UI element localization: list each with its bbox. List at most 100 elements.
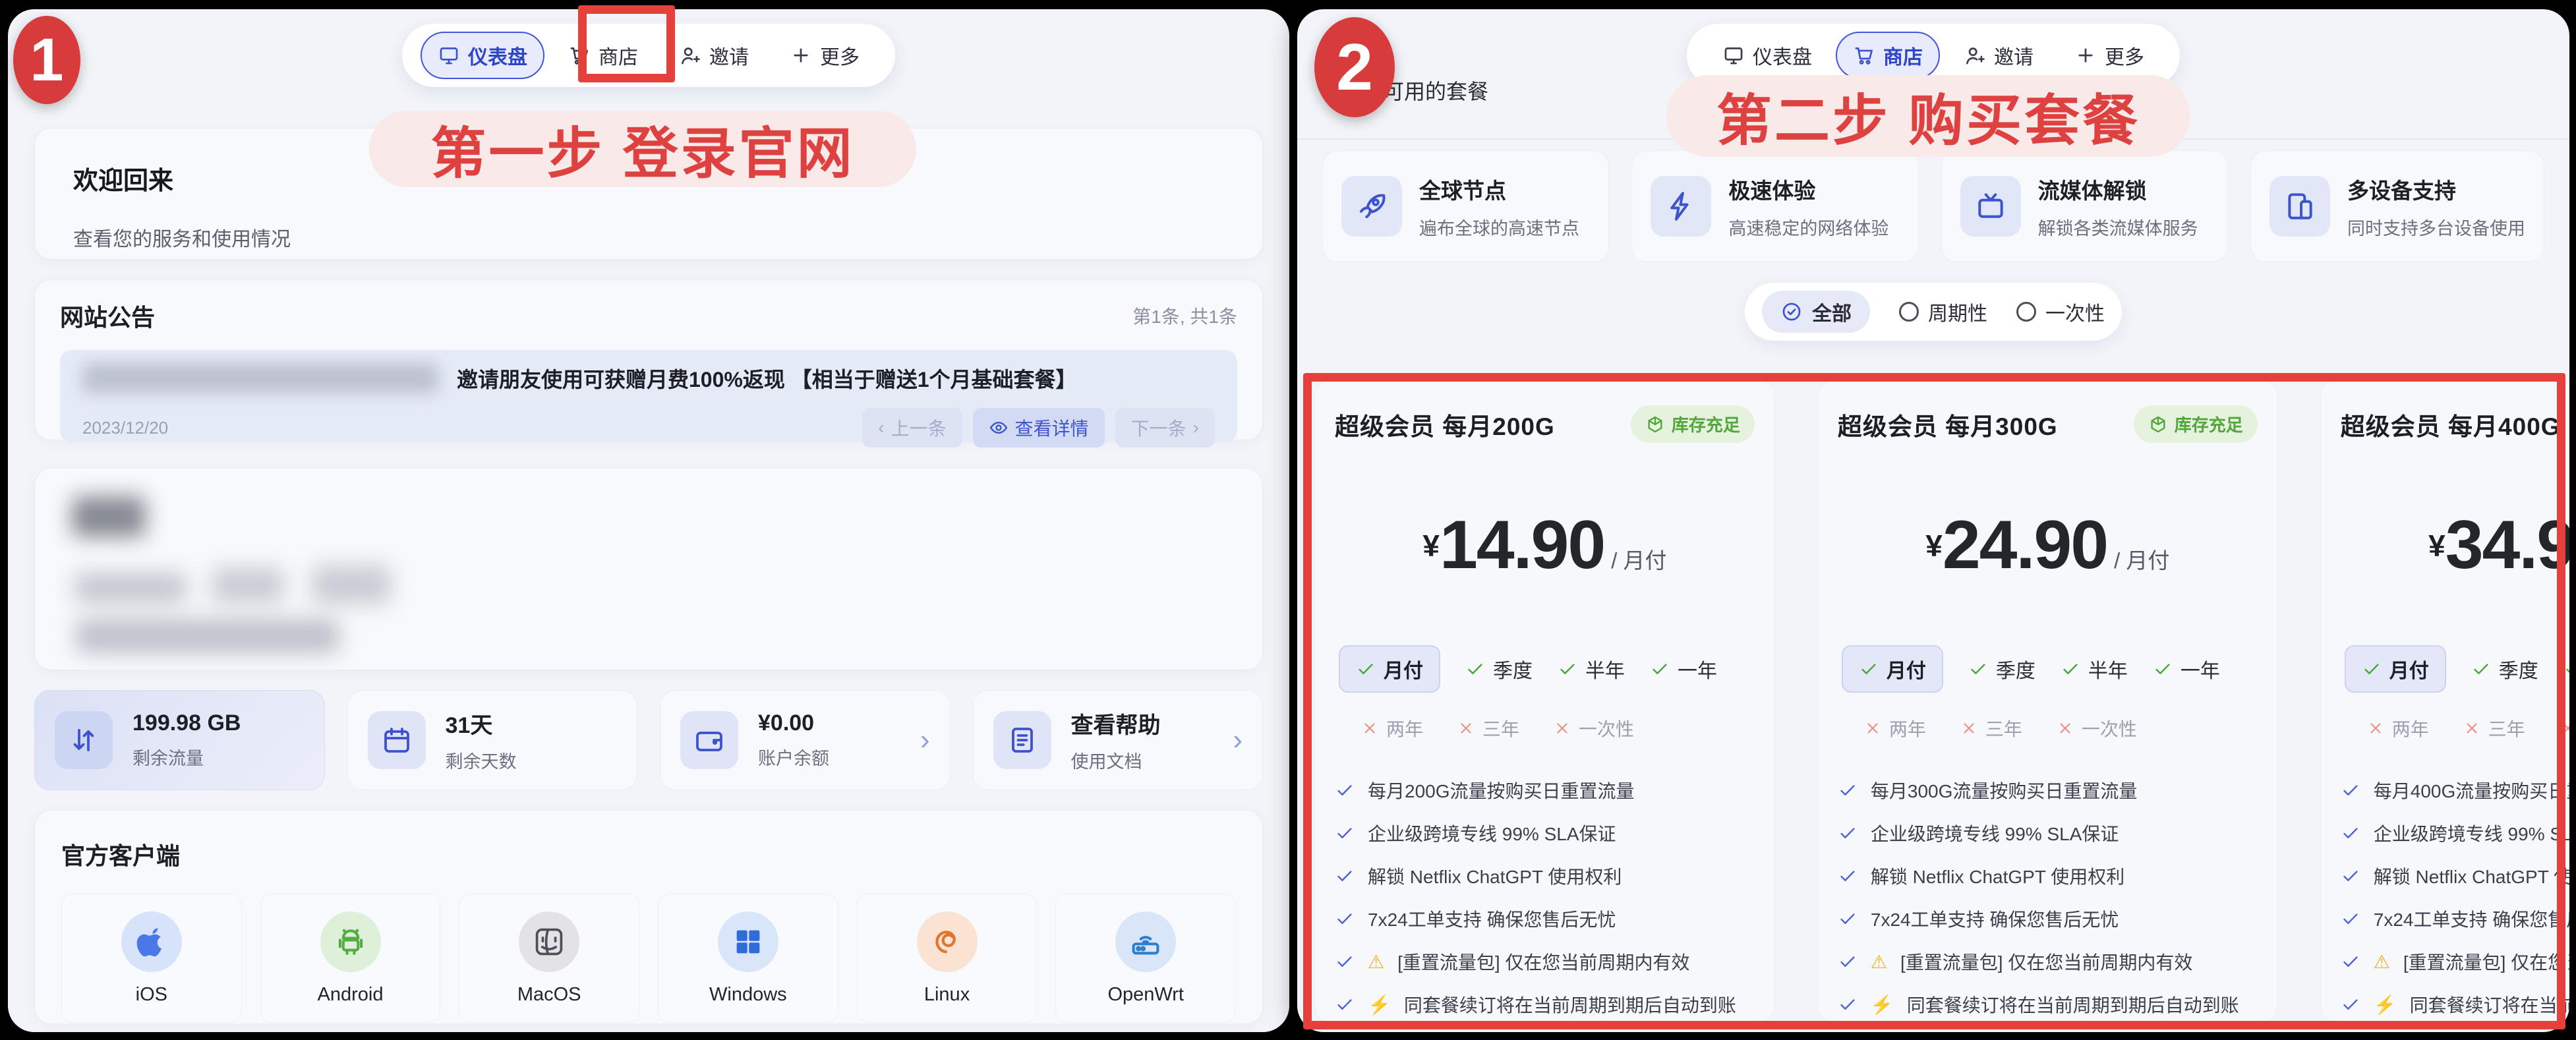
nav-dashboard[interactable]: 仪表盘 bbox=[421, 32, 544, 79]
billing-yearly[interactable]: 一年 bbox=[2153, 654, 2220, 683]
check-icon bbox=[1335, 909, 1355, 929]
remaining-days-value: 31天 bbox=[446, 707, 517, 739]
billing-yearly[interactable]: 一年 bbox=[1650, 654, 1717, 683]
plan-price: ¥34.90/ 月付 bbox=[2341, 506, 2569, 585]
billing-quarterly[interactable]: 季度 bbox=[2471, 654, 2538, 683]
rocket-icon bbox=[1341, 176, 1402, 237]
warning-icon: ⚠ bbox=[1368, 951, 1384, 973]
billing-monthly[interactable]: 月付 bbox=[1339, 645, 1440, 693]
redacted-subscription-card bbox=[34, 468, 1263, 670]
announcement-item[interactable]: 邀请朋友使用可获赠月费100%返现 【相当于赠送1个月基础套餐】 2023/12… bbox=[60, 350, 1237, 442]
client-android-label: Android bbox=[318, 984, 384, 1006]
plan-features: 每月200G流量按购买日重置流量 企业级跨境专线 99% SLA保证 解锁 Ne… bbox=[1335, 777, 1755, 1032]
billing-halfyear[interactable]: 半年 bbox=[2061, 654, 2128, 683]
nav-dashboard[interactable]: 仪表盘 bbox=[1705, 32, 1829, 79]
client-openwrt-label: OpenWrt bbox=[1107, 984, 1184, 1006]
stock-badge: 库存充足 bbox=[2134, 405, 2258, 443]
cube-icon bbox=[1645, 415, 1665, 434]
plan-card-200g: 超级会员 每月200G 库存充足 ¥14.90/ 月付 月付 季度 半年 一年 … bbox=[1314, 381, 1775, 1022]
nav-shop[interactable]: 商店 bbox=[1836, 32, 1940, 79]
announcement-counter: 第1条, 共1条 bbox=[1132, 303, 1237, 329]
nav-invite[interactable]: 邀请 bbox=[662, 32, 766, 79]
help-label: 使用文档 bbox=[1071, 747, 1161, 773]
lightning-icon bbox=[1651, 176, 1711, 237]
view-detail-button[interactable]: 查看详情 bbox=[973, 408, 1105, 448]
x-icon bbox=[1457, 720, 1475, 737]
stats-row: 199.98 GB 剩余流量 31天 剩余天数 ¥0.00 账户余额 › bbox=[34, 690, 1263, 790]
plan-feature: 7x24工单支持 确保您售后无忧 bbox=[1838, 906, 2258, 932]
chevron-right-icon: › bbox=[1193, 417, 1199, 438]
billing-twoyear: 两年 bbox=[1361, 715, 1423, 741]
plan-feature: 解锁 Netflix ChatGPT 使用权利 bbox=[1335, 863, 1755, 889]
plan-card-400g: 超级会员 每月400G 库存充足 ¥34.90/ 月付 月付 季度 半年 一年 … bbox=[2320, 381, 2569, 1022]
billing-quarterly[interactable]: 季度 bbox=[1968, 654, 2035, 683]
billing-twoyear: 两年 bbox=[1864, 715, 1926, 741]
main-nav-left: 仪表盘 商店 邀请 更多 bbox=[402, 24, 895, 87]
redacted-blur bbox=[312, 565, 391, 604]
filter-recurring[interactable]: 周期性 bbox=[1899, 297, 1987, 326]
nav-more[interactable]: 更多 bbox=[2057, 32, 2161, 79]
step-2-annotation: 第二步 购买套餐 bbox=[1666, 75, 2190, 157]
nav-shop-label: 商店 bbox=[599, 41, 638, 70]
x-icon bbox=[1361, 720, 1378, 737]
billing-monthly[interactable]: 月付 bbox=[1842, 645, 1943, 693]
android-icon bbox=[320, 911, 381, 972]
check-icon bbox=[1465, 659, 1485, 679]
check-icon bbox=[1838, 995, 1858, 1014]
prev-announcement-button[interactable]: ‹ 上一条 bbox=[862, 408, 962, 448]
stat-card-balance[interactable]: ¥0.00 账户余额 › bbox=[660, 690, 951, 790]
client-linux[interactable]: Linux bbox=[857, 894, 1038, 1023]
redacted-blur bbox=[74, 573, 187, 603]
router-icon bbox=[1115, 911, 1176, 972]
billing-monthly[interactable]: 月付 bbox=[2345, 645, 2446, 693]
client-openwrt[interactable]: OpenWrt bbox=[1055, 894, 1236, 1023]
billing-onetime: 一次性 bbox=[2560, 715, 2569, 741]
client-ios[interactable]: iOS bbox=[61, 894, 242, 1023]
plan-feature: ⚡同套餐续订将在当前周期到期后自动到账 bbox=[1838, 991, 2258, 1018]
plan-feature: 解锁 Netflix ChatGPT 使用权利 bbox=[2341, 863, 2569, 889]
check-icon bbox=[1650, 659, 1670, 679]
wallet-icon bbox=[680, 711, 738, 769]
check-icon bbox=[1838, 952, 1858, 971]
plan-price: ¥14.90/ 月付 bbox=[1335, 506, 1755, 585]
check-icon bbox=[2341, 866, 2360, 886]
balance-label: 账户余额 bbox=[758, 744, 829, 770]
nav-invite[interactable]: 邀请 bbox=[1947, 32, 2051, 79]
billing-halfyear[interactable]: 半年 bbox=[2563, 654, 2569, 683]
nav-dashboard-label: 仪表盘 bbox=[468, 41, 527, 70]
stat-card-days[interactable]: 31天 剩余天数 bbox=[347, 690, 638, 790]
plan-card-300g: 超级会员 每月300G 库存充足 ¥24.90/ 月付 月付 季度 半年 一年 … bbox=[1817, 381, 2278, 1022]
help-value: 查看帮助 bbox=[1071, 707, 1161, 739]
plan-feature: 7x24工单支持 确保您售后无忧 bbox=[2341, 906, 2569, 932]
billing-halfyear[interactable]: 半年 bbox=[1558, 654, 1625, 683]
step-1-badge: 1 bbox=[13, 16, 80, 104]
stat-card-traffic[interactable]: 199.98 GB 剩余流量 bbox=[34, 690, 325, 790]
nav-more[interactable]: 更多 bbox=[773, 32, 877, 79]
next-announcement-button[interactable]: 下一条 › bbox=[1115, 408, 1215, 448]
check-icon bbox=[1558, 659, 1577, 679]
redacted-blur bbox=[76, 619, 339, 653]
filter-onetime[interactable]: 一次性 bbox=[2016, 297, 2105, 326]
client-macos-label: MacOS bbox=[517, 984, 581, 1006]
warning-icon: ⚠ bbox=[1871, 951, 1887, 973]
plan-feature: 每月400G流量按购买日重置流量 bbox=[2341, 777, 2569, 803]
x-icon bbox=[1960, 720, 1977, 737]
features-row: 全球节点 遍布全球的高速节点 极速体验 高速稳定的网络体验 流媒体解锁 解锁各类… bbox=[1322, 150, 2544, 262]
stat-card-help[interactable]: 查看帮助 使用文档 › bbox=[973, 690, 1264, 790]
filter-all[interactable]: 全部 bbox=[1762, 291, 1870, 333]
nav-shop[interactable]: 商店 bbox=[551, 32, 655, 79]
client-windows[interactable]: Windows bbox=[658, 894, 838, 1023]
feature-card-nodes: 全球节点 遍布全球的高速节点 bbox=[1322, 150, 1609, 262]
check-icon bbox=[2471, 659, 2491, 679]
remaining-days-label: 剩余天数 bbox=[446, 747, 517, 773]
transfer-arrows-icon bbox=[55, 711, 113, 769]
remaining-traffic-value: 199.98 GB bbox=[132, 710, 241, 736]
plan-features: 每月300G流量按购买日重置流量 企业级跨境专线 99% SLA保证 解锁 Ne… bbox=[1838, 777, 2258, 1032]
client-macos[interactable]: MacOS bbox=[459, 894, 639, 1023]
billing-quarterly[interactable]: 季度 bbox=[1465, 654, 1533, 683]
client-android[interactable]: Android bbox=[260, 894, 441, 1023]
x-icon bbox=[2463, 720, 2480, 737]
check-icon bbox=[1838, 909, 1858, 929]
check-icon bbox=[1335, 995, 1355, 1014]
announcement-date: 2023/12/20 bbox=[82, 418, 168, 438]
